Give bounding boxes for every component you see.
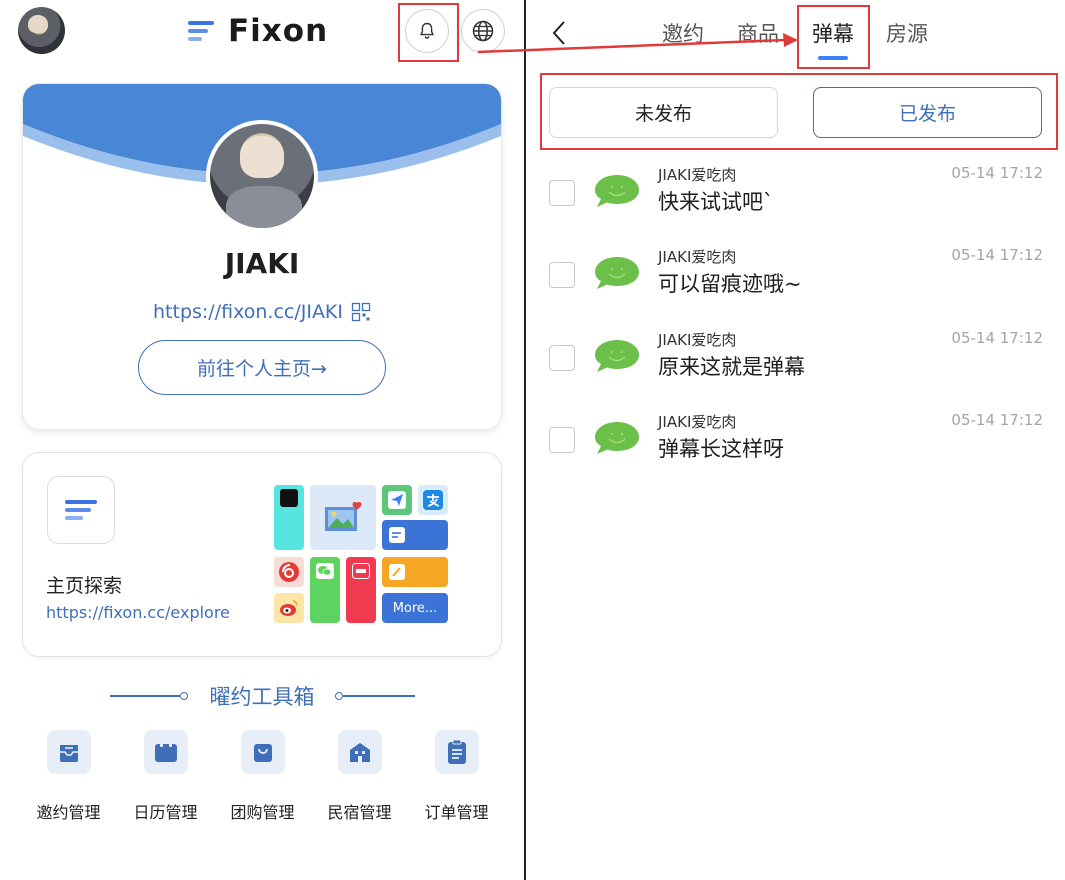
tool-label: 日历管理 [133,803,198,822]
qr-code-icon[interactable] [351,302,371,322]
tool-label: 邀约管理 [36,803,101,822]
explore-title: 主页探索 [46,575,123,597]
danmaku-time: 05-14 17:12 [951,329,1043,347]
redbook-icon [352,563,370,579]
profile-avatar[interactable] [206,120,318,232]
netease-tile [274,557,304,587]
danmaku-user: JIAKI爱吃肉 [658,413,737,431]
inbox-icon [46,730,91,774]
danmaku-item: JIAKI爱吃肉 05-14 17:12 快来试试吧` [526,164,1065,244]
brand-logo: Fixon [188,13,328,49]
explore-url[interactable]: https://fixon.cc/explore [46,603,230,622]
redbook-tile [346,557,376,623]
telegram-tile [382,485,412,515]
explore-logo-icon [47,476,115,544]
alipay-icon [423,490,443,510]
danmaku-text: 可以留痕迹哦~ [658,272,802,296]
document-icon [389,527,405,543]
more-tile[interactable]: More... [382,593,448,623]
speech-bubble-icon [595,340,639,372]
pen-tile [382,557,448,587]
profile-card: JIAKI https://fixon.cc/JIAKI 前往个人主页→ [23,84,501,429]
tiktok-icon [280,489,298,507]
danmaku-text: 快来试试吧` [658,190,774,214]
danmaku-item: JIAKI爱吃肉 05-14 17:12 弹幕长这样呀 [526,411,1065,491]
left-panel: Fixon JIAKI https://fixon.cc/JIAKI 前往个人主… [0,0,524,880]
danmaku-item: JIAKI爱吃肉 05-14 17:12 可以留痕迹哦~ [526,246,1065,326]
published-filter-button[interactable]: 已发布 [813,87,1042,138]
tool-order-management[interactable]: 订单管理 [408,730,505,823]
danmaku-time: 05-14 17:12 [951,411,1043,429]
toolbox-grid: 邀约管理 日历管理 团购管理 民宿管理 订单管理 [20,730,505,823]
pencil-icon [389,564,405,580]
danmaku-text: 原来这就是弹幕 [658,355,805,379]
speech-bubble-icon [595,257,639,289]
clipboard-icon [434,730,479,774]
weibo-tile [274,593,304,623]
tool-homestay-management[interactable]: 民宿管理 [311,730,408,823]
wechat-tile [310,557,340,623]
item-checkbox[interactable] [549,180,575,206]
picture-heart-icon [325,501,362,531]
paper-plane-icon [388,491,406,509]
globe-icon [472,20,494,42]
profile-url-row[interactable]: https://fixon.cc/JIAKI [23,301,501,323]
avatar[interactable] [18,7,65,54]
music-icon [279,562,299,582]
danmaku-user: JIAKI爱吃肉 [658,248,737,266]
explore-card[interactable]: 主页探索 https://fixon.cc/explore More... [23,453,501,656]
weibo-icon [280,600,298,616]
language-button[interactable] [461,9,505,53]
tool-groupbuy-management[interactable]: 团购管理 [214,730,311,823]
toolbox-title: 曜约工具箱 [209,685,315,709]
tool-calendar-management[interactable]: 日历管理 [117,730,214,823]
profile-url[interactable]: https://fixon.cc/JIAKI [153,301,343,323]
tool-invite-management[interactable]: 邀约管理 [20,730,117,823]
danmaku-time: 05-14 17:12 [951,164,1043,182]
danmaku-text: 弹幕长这样呀 [658,437,784,461]
item-checkbox[interactable] [549,427,575,453]
profile-name: JIAKI [224,247,300,280]
tab-highlight-box [797,5,870,69]
item-checkbox[interactable] [549,262,575,288]
speech-bubble-icon [595,422,639,454]
tiktok-tile [274,485,304,550]
brand-name: Fixon [228,13,329,49]
danmaku-user: JIAKI爱吃肉 [658,331,737,349]
right-decor-line [334,691,415,701]
danmaku-item: JIAKI爱吃肉 05-14 17:12 原来这就是弹幕 [526,329,1065,409]
danmaku-user: JIAKI爱吃肉 [658,166,737,184]
toolbox-heading: 曜约工具箱 [0,681,524,711]
tool-label: 团购管理 [230,803,295,822]
go-to-homepage-button[interactable]: 前往个人主页→ [138,340,386,395]
bell-highlight-box [398,3,459,62]
notes-tile [382,520,448,550]
tool-label: 民宿管理 [327,803,392,822]
alipay-tile [418,485,448,515]
left-decor-line [109,691,190,701]
back-arrow-icon[interactable] [548,18,572,48]
image-tile [310,485,376,550]
unpublished-filter-button[interactable]: 未发布 [549,87,778,138]
tab-invitations[interactable]: 邀约 [662,18,704,48]
shopping-bag-icon [240,730,285,774]
tab-listings[interactable]: 房源 [886,18,928,48]
logo-icon [188,19,216,43]
tool-label: 订单管理 [424,803,489,822]
speech-bubble-icon [595,175,639,207]
calendar-icon [143,730,188,774]
tab-products[interactable]: 商品 [737,18,779,48]
wechat-icon [316,563,334,579]
item-checkbox[interactable] [549,345,575,371]
building-icon [337,730,382,774]
danmaku-time: 05-14 17:12 [951,246,1043,264]
right-panel: 邀约 商品 弹幕 房源 未发布 已发布 JIAKI爱吃肉 05-14 17:12… [526,0,1065,880]
